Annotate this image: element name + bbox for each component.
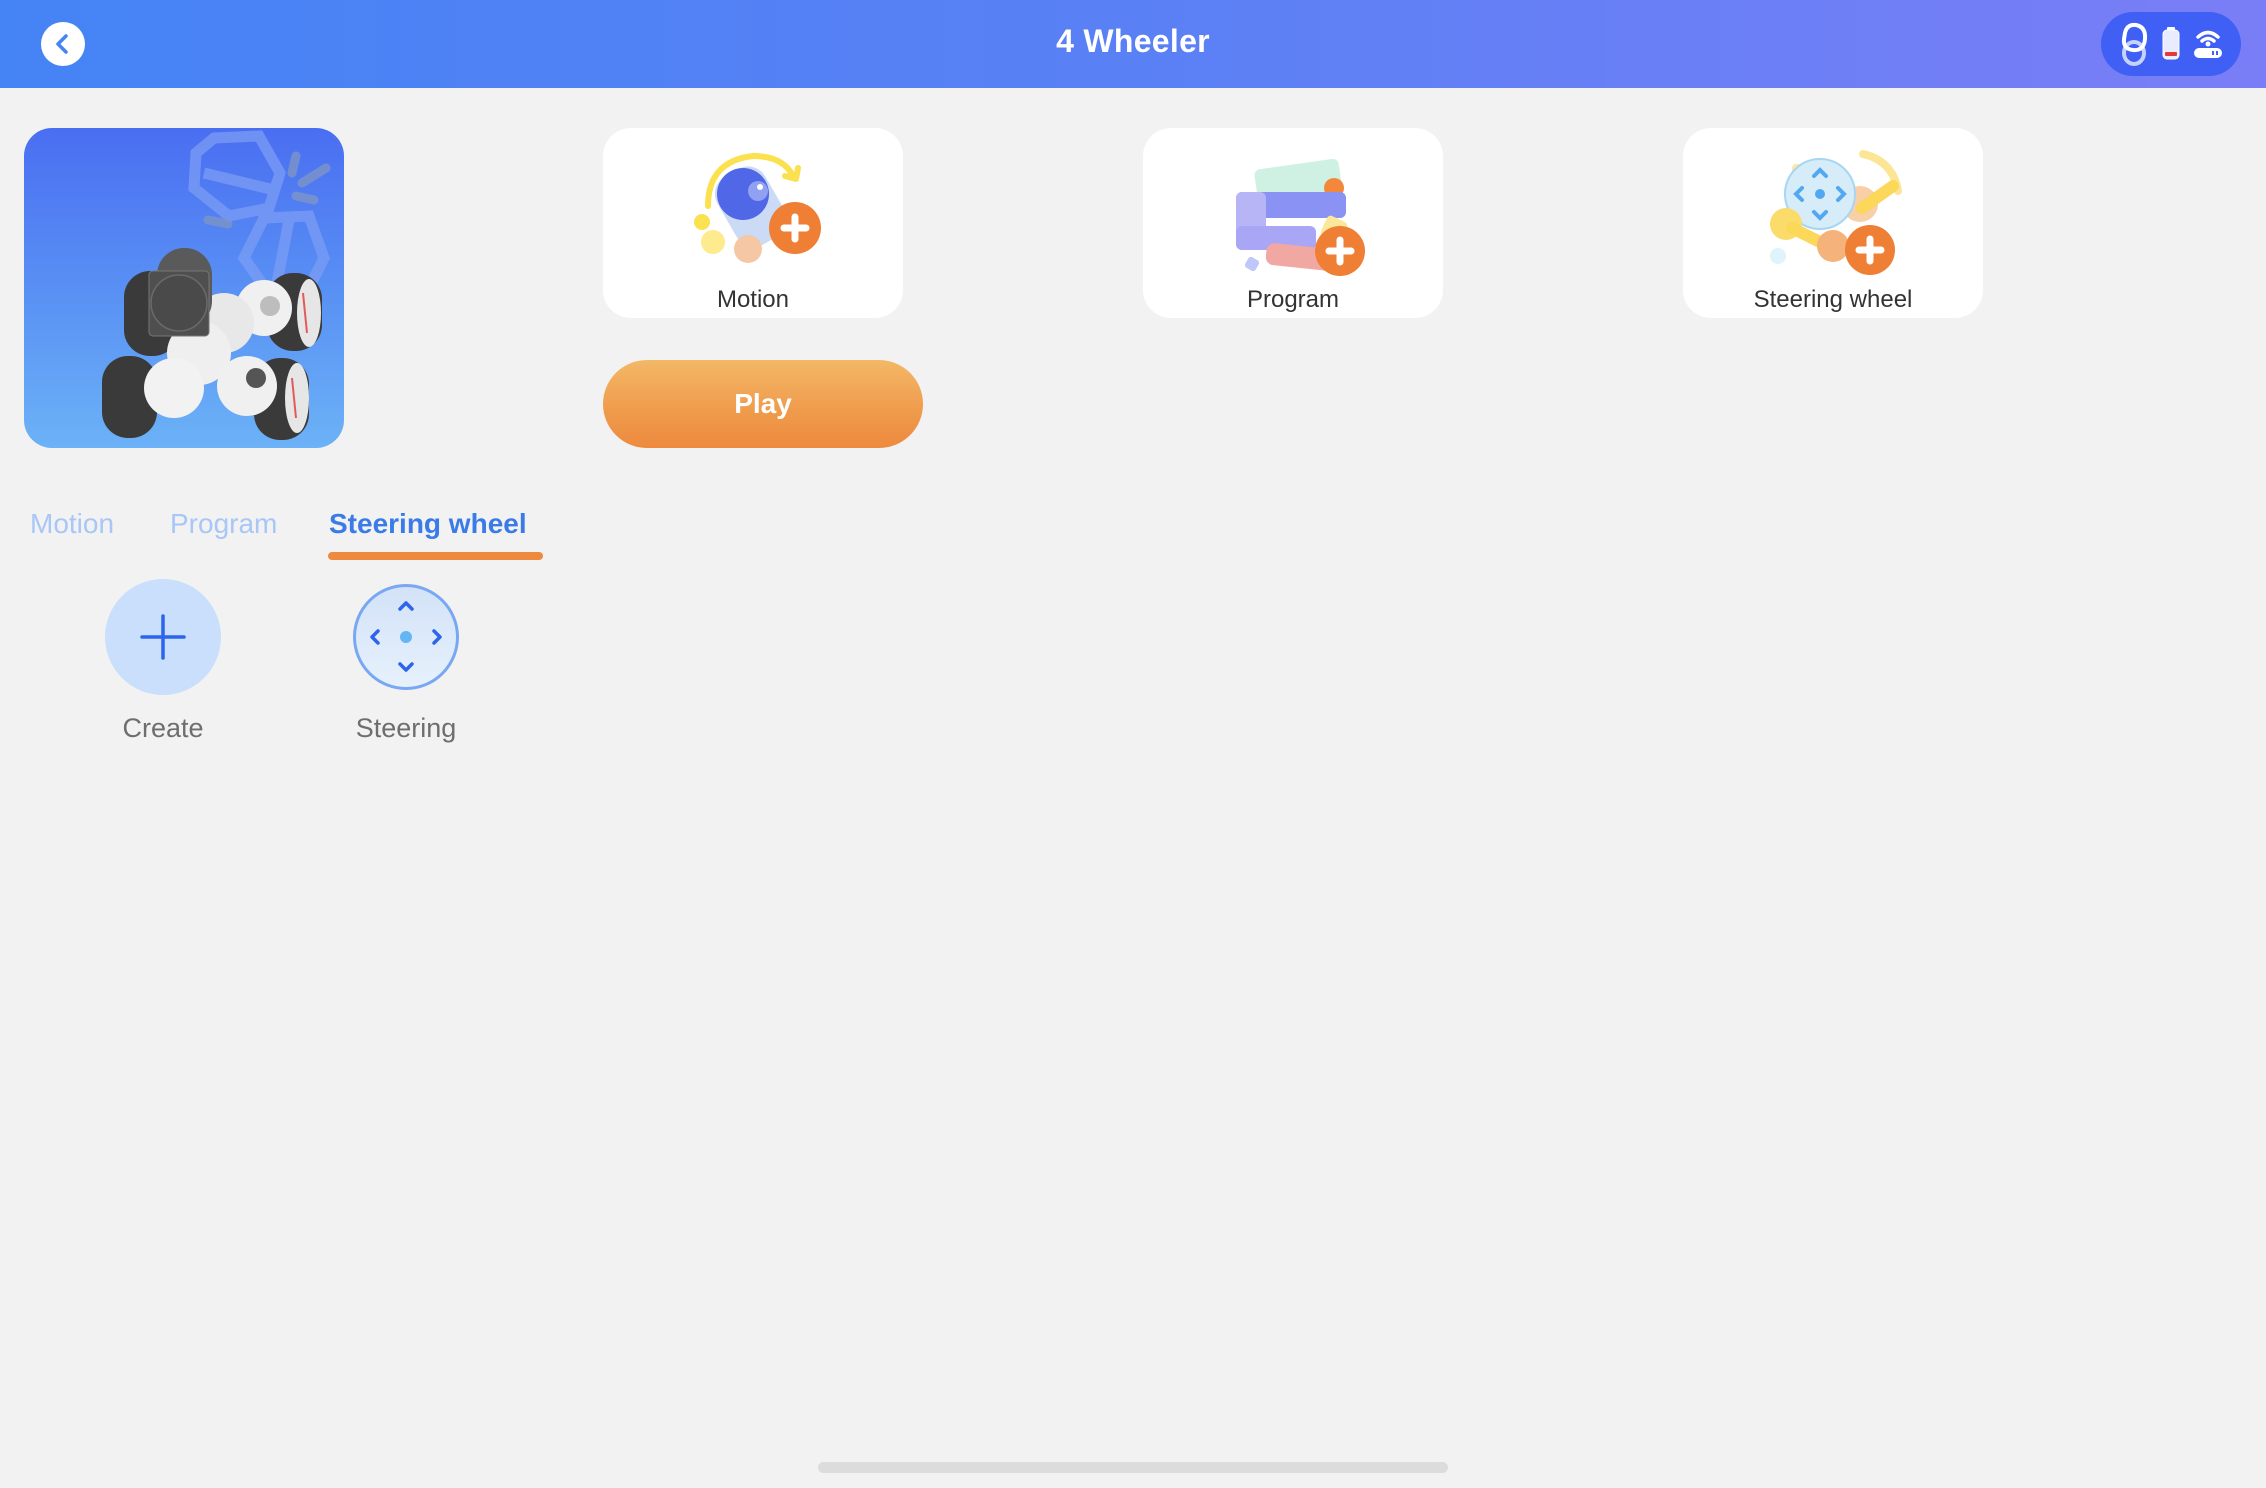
device-status-pill[interactable] <box>2101 12 2241 76</box>
steering-wheel-add-illustration <box>1770 150 1902 275</box>
steering-wheel-card-label: Steering wheel <box>1753 286 1913 313</box>
create-label: Create <box>122 713 204 743</box>
controller-connection-icon <box>2119 21 2149 67</box>
dpad-icon <box>370 601 442 672</box>
steering-wheel-add-card[interactable]: Steering wheel <box>1683 128 1983 318</box>
active-tab-indicator <box>328 552 543 560</box>
top-bar: 4 Wheeler <box>0 0 2266 88</box>
battery-low-icon <box>2161 27 2181 61</box>
plus-icon <box>140 614 186 660</box>
steering-label: Steering <box>355 713 457 743</box>
wifi-router-icon <box>2193 28 2223 60</box>
program-add-illustration <box>1236 158 1365 276</box>
motion-add-illustration <box>694 152 821 263</box>
four-wheeler-robot-image <box>102 130 331 440</box>
tab-steering-wheel[interactable]: Steering wheel <box>329 508 527 540</box>
create-item[interactable]: Create <box>78 579 248 759</box>
play-button[interactable]: Play <box>603 360 923 448</box>
program-add-card[interactable]: Program <box>1143 128 1443 318</box>
tab-motion[interactable]: Motion <box>30 508 114 540</box>
motion-add-card[interactable]: Motion <box>603 128 903 318</box>
create-button[interactable] <box>105 579 221 695</box>
home-indicator[interactable] <box>818 1462 1448 1473</box>
robot-preview-card <box>24 128 344 448</box>
steering-item[interactable]: Steering <box>321 579 491 759</box>
page-title: 4 Wheeler <box>1056 23 1210 59</box>
motion-card-label: Motion <box>716 286 790 313</box>
tab-program[interactable]: Program <box>170 508 277 540</box>
steering-button[interactable] <box>353 584 459 690</box>
program-card-label: Program <box>1246 286 1340 313</box>
